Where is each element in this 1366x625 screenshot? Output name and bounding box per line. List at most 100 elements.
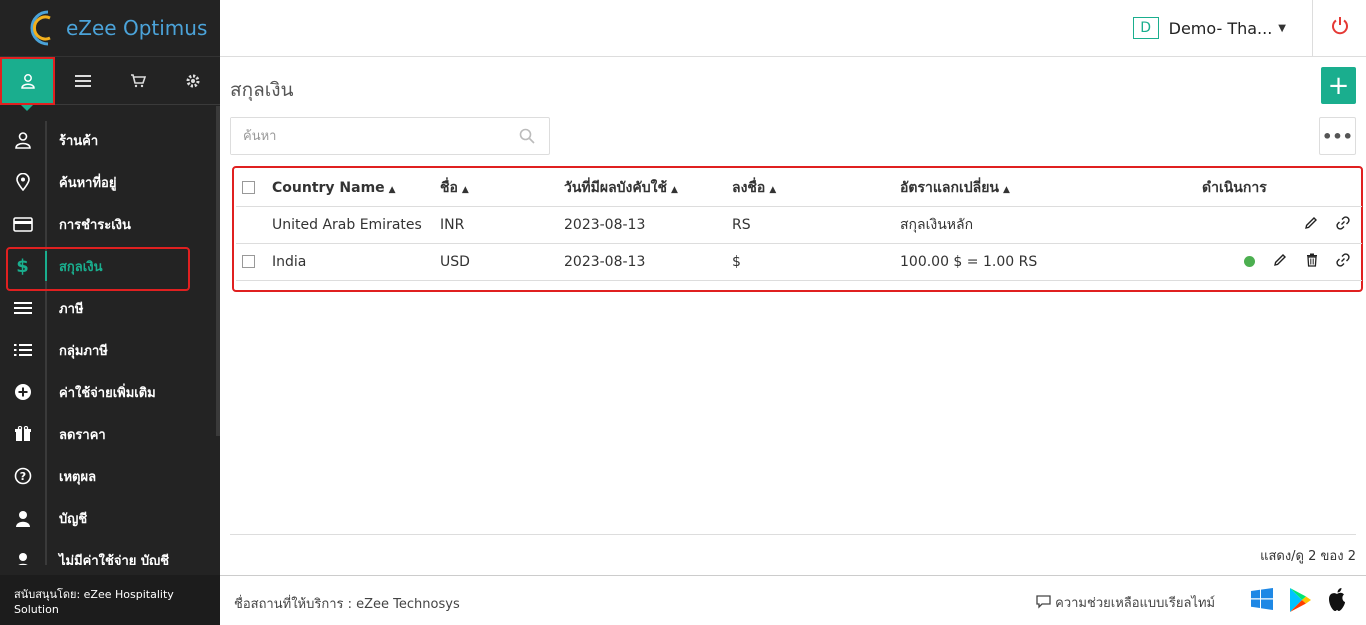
column-header-effective-date[interactable]: วันที่มีผลบังคับใช้ ▲	[564, 168, 732, 206]
cell-date: 2023-08-13	[564, 242, 732, 281]
cell-country: United Arab Emirates	[272, 205, 440, 243]
column-header-actions: ดำเนินการ	[1202, 168, 1362, 206]
column-label: วันที่มีผลบังคับใช้	[564, 179, 667, 196]
column-header-country[interactable]: Country Name ▲	[272, 168, 440, 206]
column-label: ชื่อ	[440, 179, 458, 196]
sidebar-item-label: ค่าใช้จ่ายเพิ่มเติม	[59, 385, 156, 401]
row-checkbox[interactable]	[242, 255, 255, 268]
cell-name: USD	[440, 242, 564, 281]
credit-card-icon	[0, 216, 45, 232]
user-outline-icon	[0, 131, 45, 149]
sidebar-item-stores[interactable]: ร้านค้า	[0, 119, 220, 161]
service-provider: ชื่อสถานที่ให้บริการ : eZee Technosys	[234, 597, 460, 612]
sidebar-footer: สนับสนุนโดย: eZee Hospitality Solution	[0, 575, 220, 625]
sidebar-top-tabs	[0, 57, 220, 111]
sidebar-item-label: ค้นหาที่อยู่	[59, 175, 117, 191]
table-row: United Arab Emirates INR 2023-08-13 RS ส…	[236, 205, 1362, 243]
sidebar-item-address[interactable]: ค้นหาที่อยู่	[0, 161, 220, 203]
live-help-label: ความช่วยเหลือแบบเรียลไทม์	[1055, 596, 1216, 611]
divider	[230, 534, 1356, 535]
dollar-icon: $	[16, 255, 29, 277]
search-input[interactable]	[231, 118, 501, 154]
svg-text:?: ?	[19, 470, 25, 483]
column-label: Country Name	[272, 179, 385, 196]
cart-icon	[130, 74, 146, 88]
brand[interactable]: eZee Optimus	[0, 0, 220, 57]
column-label: ลงชื่อ	[732, 179, 766, 196]
table-row: India USD 2023-08-13 $ 100.00 $ = 1.00 R…	[236, 242, 1362, 281]
sidebar-item-label: กลุ่มภาษี	[59, 343, 108, 359]
column-label: อัตราแลกเปลี่ยน	[900, 179, 999, 196]
sidebar-item-extra-charges[interactable]: ค่าใช้จ่ายเพิ่มเติม	[0, 371, 220, 413]
sort-asc-icon: ▲	[670, 184, 678, 195]
select-all-checkbox[interactable]	[242, 181, 255, 195]
chat-icon	[1036, 595, 1051, 609]
tab-settings[interactable]	[165, 57, 220, 105]
sidebar-item-label: ลดราคา	[59, 427, 106, 443]
column-header-exchange-rate[interactable]: อัตราแลกเปลี่ยน ▲	[900, 168, 1202, 206]
sidebar-item-accounts[interactable]: บัญชี	[0, 497, 220, 539]
page-title: สกุลเงิน	[230, 79, 294, 101]
power-icon[interactable]	[1330, 16, 1350, 41]
person-icon	[0, 552, 45, 565]
sidebar-item-label: ร้านค้า	[59, 133, 99, 149]
tab-user[interactable]	[0, 57, 55, 111]
google-play-icon[interactable]	[1288, 587, 1312, 613]
column-header-symbol[interactable]: ลงชื่อ ▲	[732, 168, 900, 206]
sidebar-item-free-accounts[interactable]: ไม่มีค่าใช้จ่าย บัญชี	[0, 539, 220, 565]
sidebar-item-discount[interactable]: ลดราคา	[0, 413, 220, 455]
link-icon[interactable]	[1336, 215, 1350, 234]
gear-icon	[186, 74, 199, 88]
edit-icon[interactable]	[1304, 216, 1318, 234]
cell-rate: 100.00 $ = 1.00 RS	[900, 242, 1202, 281]
tab-menu[interactable]	[55, 57, 110, 105]
menu-icon	[74, 75, 91, 87]
sidebar-item-label: ไม่มีค่าใช้จ่าย บัญชี	[59, 553, 170, 566]
sidebar: eZee Optimus ร้านค้า ค้นหาที่อยู่ การชำร…	[0, 0, 220, 625]
search-icon[interactable]	[519, 128, 535, 148]
active-status-icon[interactable]	[1243, 256, 1255, 267]
map-pin-icon	[0, 173, 45, 191]
sidebar-item-reasons[interactable]: ? เหตุผล	[0, 455, 220, 497]
sort-asc-icon: ▲	[388, 184, 396, 195]
app-store-links	[1250, 587, 1348, 613]
caret-down-icon: ▼	[1278, 22, 1286, 34]
row-actions	[1202, 242, 1362, 281]
sidebar-item-label: การชำระเงิน	[59, 217, 131, 233]
tab-cart[interactable]	[110, 57, 165, 105]
sidebar-menu: ร้านค้า ค้นหาที่อยู่ การชำระเงิน $ สกุลเ…	[0, 105, 220, 565]
sidebar-item-label: ภาษี	[59, 301, 84, 317]
apple-icon[interactable]	[1326, 587, 1348, 613]
property-name: Demo- Tha...	[1168, 18, 1273, 38]
more-options-button[interactable]: •••	[1319, 117, 1356, 155]
sidebar-item-label: บัญชี	[59, 511, 88, 527]
gift-icon	[0, 426, 45, 442]
divider	[1312, 0, 1313, 57]
user-icon	[20, 74, 35, 89]
windows-icon[interactable]	[1250, 587, 1274, 611]
bars-icon	[0, 301, 45, 315]
cell-symbol: RS	[732, 205, 900, 243]
live-help-link[interactable]: ความช่วยเหลือแบบเรียลไทม์	[1036, 592, 1215, 613]
sort-asc-icon: ▲	[1002, 184, 1010, 195]
person-icon	[0, 510, 45, 527]
cell-name: INR	[440, 205, 564, 243]
sidebar-item-tax-group[interactable]: กลุ่มภาษี	[0, 329, 220, 371]
sidebar-item-tax[interactable]: ภาษี	[0, 287, 220, 329]
sidebar-item-currency[interactable]: $ สกุลเงิน	[0, 245, 220, 291]
link-icon[interactable]	[1336, 252, 1350, 271]
search-box	[230, 117, 550, 155]
property-selector[interactable]: D Demo- Tha... ▼	[1132, 17, 1286, 39]
sidebar-scrollbar[interactable]	[216, 106, 220, 436]
table-header-row: Country Name ▲ ชื่อ ▲ วันที่มีผลบังคับใช้ ▲…	[236, 168, 1362, 206]
cell-symbol: $	[732, 242, 900, 281]
add-currency-button[interactable]: +	[1321, 67, 1356, 104]
trash-icon[interactable]	[1306, 253, 1318, 271]
column-label: ดำเนินการ	[1202, 179, 1267, 196]
cell-rate: สกุลเงินหลัก	[900, 205, 1202, 243]
edit-icon[interactable]	[1273, 253, 1287, 271]
sidebar-item-payment[interactable]: การชำระเงิน	[0, 203, 220, 245]
column-header-name[interactable]: ชื่อ ▲	[440, 168, 564, 206]
brand-name: eZee Optimus	[66, 16, 208, 40]
currency-table-container: Country Name ▲ ชื่อ ▲ วันที่มีผลบังคับใช้ ▲…	[232, 166, 1363, 292]
